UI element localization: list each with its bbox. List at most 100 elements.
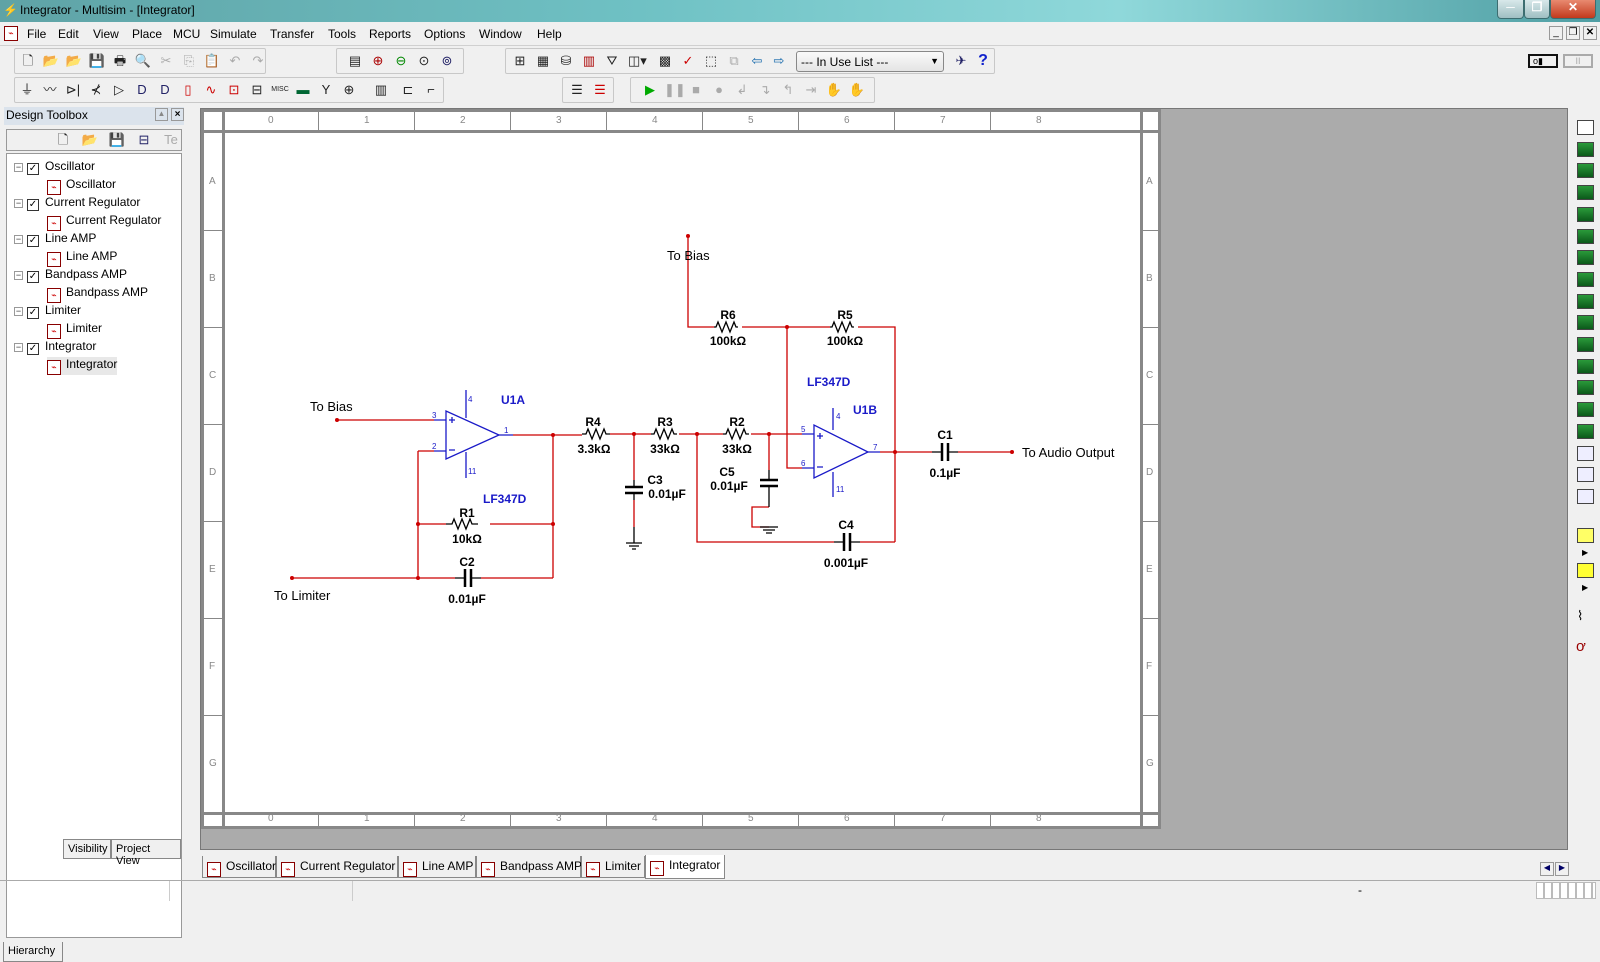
menu-view[interactable]: View <box>93 27 119 41</box>
tabs-scroll-left[interactable]: ◀ <box>1540 862 1554 876</box>
doc-tab[interactable]: ⌁ Line AMP <box>398 856 476 878</box>
toggle-breakpoint-icon[interactable]: ✋ <box>825 81 843 99</box>
place-hierarchical-block-icon[interactable]: ⊏ <box>399 81 417 99</box>
pause-icon[interactable]: ❚❚ <box>664 81 686 99</box>
menu-window[interactable]: Window <box>479 27 522 41</box>
remove-breakpoints-icon[interactable]: ✋ <box>848 81 866 99</box>
spectrum-analyzer-icon[interactable] <box>1577 380 1594 396</box>
schematic-sheet[interactable]: 0 0 1 1 2 2 3 3 4 4 5 5 6 6 7 7 8 8 A A B B C C D D E E F F G G <box>201 109 1161 829</box>
graphic-annotation-icon[interactable]: ☰ <box>568 81 586 99</box>
menu-tools[interactable]: Tools <box>328 27 356 41</box>
logic-converter-icon[interactable] <box>1577 315 1594 331</box>
place-diode-icon[interactable]: ⊳| <box>64 81 82 99</box>
simulate-switch[interactable]: o▮ <box>1528 54 1558 68</box>
back-annotate-icon[interactable]: ⇦ <box>748 52 766 70</box>
place-mcu-module-icon[interactable]: ▥ <box>372 81 390 99</box>
menu-place[interactable]: Place <box>132 27 162 41</box>
grapher-icon[interactable]: ◫▾ <box>628 52 647 70</box>
distortion-analyzer-icon[interactable] <box>1577 358 1594 374</box>
help-icon[interactable]: ? <box>974 52 992 70</box>
place-mcu-icon[interactable]: ▯ <box>179 81 197 99</box>
tree-item-design[interactable]: ✓ Current Regulator <box>27 195 140 211</box>
place-ttl-icon[interactable]: D <box>133 81 151 99</box>
tab-visibility[interactable]: Visibility <box>63 839 111 859</box>
mdi-restore-button[interactable]: ❐ <box>1566 26 1580 40</box>
place-power-icon[interactable]: ⊟ <box>248 81 266 99</box>
paste-icon[interactable]: 📋 <box>203 52 221 70</box>
checkbox-icon[interactable]: ✓ <box>27 307 39 319</box>
menu-simulate[interactable]: Simulate <box>210 27 257 41</box>
place-cmos-icon[interactable]: D <box>156 81 174 99</box>
place-indicator-icon[interactable]: ⊡ <box>225 81 243 99</box>
resize-grip[interactable] <box>1536 882 1596 899</box>
wattmeter-icon[interactable] <box>1577 163 1594 179</box>
place-transistor-icon[interactable]: ⊀ <box>87 81 105 99</box>
current-probe-icon[interactable]: ⌇ <box>1577 608 1583 624</box>
probe-menu-arrow-icon[interactable]: ▶ <box>1582 548 1588 557</box>
zoom-area-icon[interactable]: ⊙ <box>415 52 433 70</box>
step-out-icon[interactable]: ↰ <box>779 81 797 99</box>
doc-tab[interactable]: ⌁ Limiter <box>581 856 645 878</box>
tree-item-design[interactable]: ✓ Oscillator <box>27 159 95 175</box>
checkbox-icon[interactable]: ✓ <box>27 271 39 283</box>
doc-tab[interactable]: ⌁ Oscillator <box>202 856 276 878</box>
tree-item-design[interactable]: ✓ Integrator <box>27 339 96 355</box>
checkbox-icon[interactable]: ✓ <box>27 343 39 355</box>
tree-collapse-toggle[interactable]: − <box>14 199 23 208</box>
tree-collapse-toggle[interactable]: − <box>14 235 23 244</box>
measurement-probe-icon[interactable] <box>1577 528 1594 543</box>
mdi-minimize-button[interactable]: _ <box>1549 26 1563 40</box>
bode-plotter-icon[interactable] <box>1577 228 1594 244</box>
print-icon[interactable]: 🖶 <box>111 52 129 70</box>
zoom-out-icon[interactable]: ⊖ <box>392 52 410 70</box>
oscilloscope-icon[interactable] <box>1577 185 1594 201</box>
tree-collapse-toggle[interactable]: − <box>14 343 23 352</box>
new-page-icon[interactable]: 🗋 <box>54 131 72 149</box>
open-icon[interactable]: 📂 <box>42 52 60 70</box>
breakpoint-icon[interactable]: ● <box>710 81 728 99</box>
agilent-multimeter-icon[interactable] <box>1577 445 1594 461</box>
tree-collapse-toggle[interactable]: − <box>14 307 23 316</box>
tab-project-view[interactable]: Project View <box>111 839 181 867</box>
tree-item-sheet[interactable]: ⌁ Oscillator <box>47 177 116 195</box>
save-icon[interactable]: 💾 <box>88 52 106 70</box>
checkbox-icon[interactable]: ✓ <box>27 163 39 175</box>
word-generator-icon[interactable] <box>1577 271 1594 287</box>
save-file-icon[interactable]: 💾 <box>108 131 126 149</box>
capture-area-icon[interactable]: ⬚ <box>702 52 720 70</box>
minimize-button[interactable]: ─ <box>1497 0 1524 19</box>
tree-item-sheet[interactable]: ⌁ Bandpass AMP <box>47 285 148 303</box>
open-sample-icon[interactable]: 📂 <box>65 52 83 70</box>
menu-transfer[interactable]: Transfer <box>270 27 314 41</box>
stop-icon[interactable]: ■ <box>687 81 705 99</box>
place-electromechanical-icon[interactable]: ⊕ <box>340 81 358 99</box>
agilent-oscilloscope-icon[interactable] <box>1577 467 1594 483</box>
hierarchy-icon[interactable]: ⊞ <box>511 52 529 70</box>
tektronix-oscilloscope-icon[interactable] <box>1577 488 1594 504</box>
tabs-scroll-right[interactable]: ▶ <box>1555 862 1569 876</box>
menu-mcu[interactable]: MCU <box>173 27 200 41</box>
place-mixed-icon[interactable]: ∿ <box>202 81 220 99</box>
panel-float-button[interactable]: ▲ <box>155 108 168 121</box>
labview-instrument-icon[interactable] <box>1577 563 1594 578</box>
agilent-function-generator-icon[interactable] <box>1577 423 1594 439</box>
undo-icon[interactable]: ↶ <box>226 52 244 70</box>
step-into-icon[interactable]: ↲ <box>733 81 751 99</box>
database-icon[interactable]: ⛁ <box>557 52 575 70</box>
tree-item-sheet[interactable]: ⌁ Limiter <box>47 321 102 339</box>
run-icon[interactable]: ▶ <box>641 81 659 99</box>
place-advanced-peripherals-icon[interactable]: ▬ <box>294 81 312 99</box>
place-basic-icon[interactable]: 〰 <box>41 81 59 99</box>
tree-item-design[interactable]: ✓ Limiter <box>27 303 81 319</box>
network-analyzer-icon[interactable] <box>1577 402 1594 418</box>
zoom-in-icon[interactable]: ⊕ <box>369 52 387 70</box>
component-wizard-icon[interactable]: ▥ <box>580 52 598 70</box>
menu-help[interactable]: Help <box>537 27 562 41</box>
menu-edit[interactable]: Edit <box>58 27 79 41</box>
doc-tab[interactable]: ⌁ Integrator <box>645 855 725 879</box>
doc-tab[interactable]: ⌁ Current Regulator <box>276 856 398 878</box>
copy-icon[interactable]: ⎘ <box>180 52 198 70</box>
run-to-cursor-icon[interactable]: ⇥ <box>802 81 820 99</box>
menu-file[interactable]: File <box>27 27 46 41</box>
iv-analyzer-icon[interactable] <box>1577 337 1594 352</box>
